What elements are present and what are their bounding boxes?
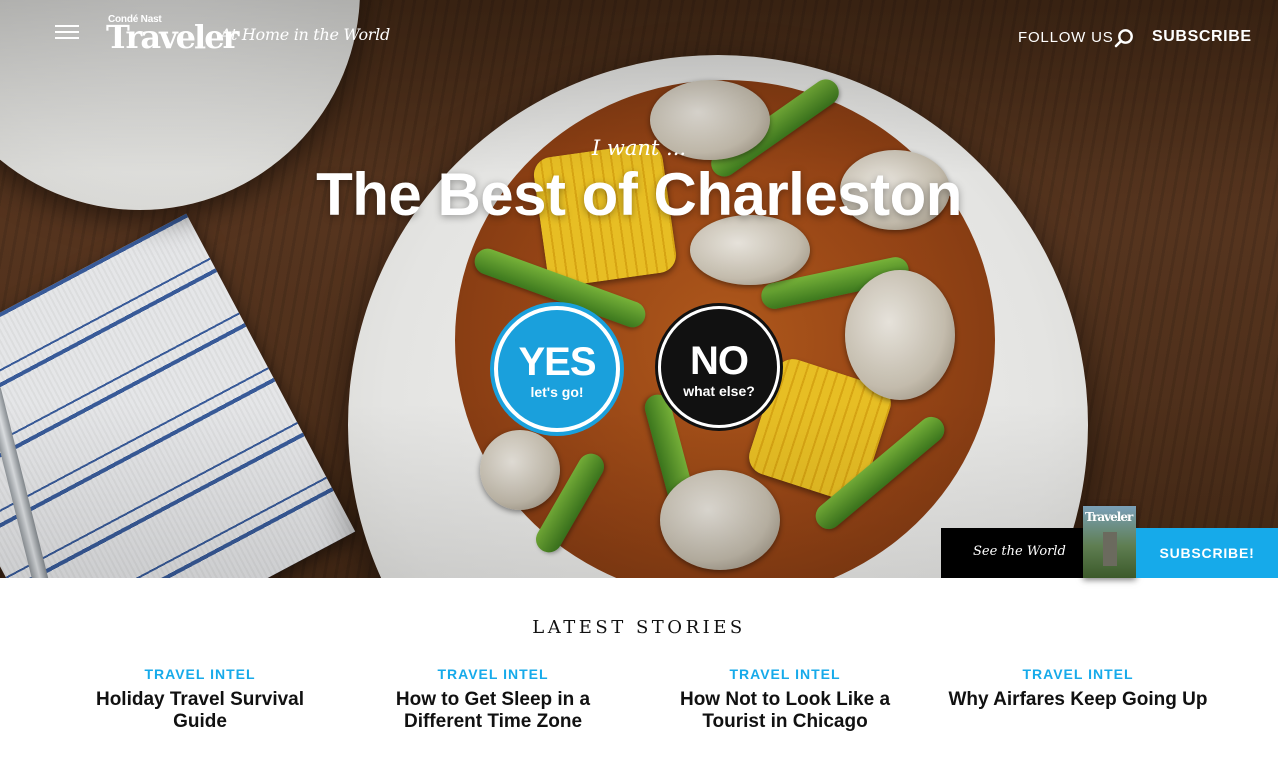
hero-image: [0, 0, 1278, 578]
story-category[interactable]: TRAVEL INTEL: [70, 666, 330, 682]
story-title[interactable]: Why Airfares Keep Going Up: [948, 689, 1208, 711]
subscribe-promo: See the World Traveler SUBSCRIBE!: [941, 506, 1278, 578]
story-card[interactable]: TRAVEL INTEL How to Get Sleep in a Diffe…: [363, 666, 623, 733]
subscribe-link[interactable]: SUBSCRIBE: [1152, 28, 1252, 46]
search-icon[interactable]: [1114, 28, 1134, 48]
hamburger-menu-icon[interactable]: [55, 25, 79, 41]
promo-tagline: See the World: [973, 544, 1066, 559]
no-sublabel: what else?: [683, 383, 755, 399]
story-title[interactable]: How Not to Look Like a Tourist in Chicag…: [655, 689, 915, 733]
logo-wordmark: Traveler: [106, 18, 239, 56]
hero-title: The Best of Charleston: [316, 161, 962, 228]
story-title[interactable]: Holiday Travel Survival Guide: [70, 689, 330, 733]
magazine-cover[interactable]: Traveler: [1083, 506, 1136, 578]
promo-tagline-box: See the World: [941, 528, 1083, 578]
follow-us-link[interactable]: FOLLOW US: [1018, 29, 1114, 46]
site-tagline: At Home in the World: [220, 25, 390, 44]
hero-overlay: [0, 0, 1278, 578]
story-card[interactable]: TRAVEL INTEL Holiday Travel Survival Gui…: [70, 666, 330, 733]
hero-eyebrow: I want ...: [591, 136, 687, 160]
story-card[interactable]: TRAVEL INTEL How Not to Look Like a Tour…: [655, 666, 915, 733]
no-label: NO: [690, 339, 749, 383]
story-title[interactable]: How to Get Sleep in a Different Time Zon…: [363, 689, 623, 733]
no-button[interactable]: NO what else?: [658, 306, 780, 428]
story-category[interactable]: TRAVEL INTEL: [948, 666, 1208, 682]
latest-stories-heading: LATEST STORIES: [532, 617, 746, 638]
magazine-title: Traveler: [1085, 510, 1133, 524]
yes-button[interactable]: YES let's go!: [494, 306, 620, 432]
magazine-cover-art: [1103, 532, 1117, 566]
yes-label: YES: [518, 340, 596, 384]
story-category[interactable]: TRAVEL INTEL: [655, 666, 915, 682]
yes-sublabel: let's go!: [530, 384, 584, 400]
story-card[interactable]: TRAVEL INTEL Why Airfares Keep Going Up: [948, 666, 1208, 711]
subscribe-button[interactable]: SUBSCRIBE!: [1136, 528, 1278, 578]
story-category[interactable]: TRAVEL INTEL: [363, 666, 623, 682]
